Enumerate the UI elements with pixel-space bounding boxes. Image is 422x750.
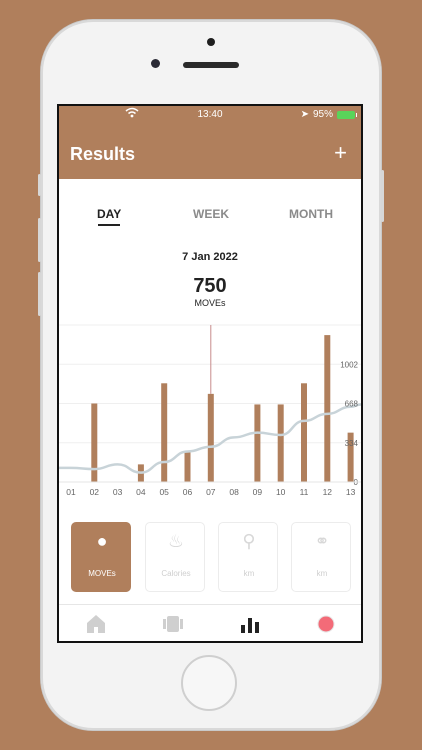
y-tick-label: 334 [345, 439, 359, 448]
power-button [381, 170, 384, 222]
bar-10 [277, 404, 284, 482]
moves-icon: ● [96, 531, 108, 551]
front-camera [151, 59, 160, 68]
x-tick-label: 13 [346, 487, 356, 497]
app-screen: 13:40 ➤ 95% Results + DAY WEEK MONTH 7 J… [57, 104, 363, 643]
moves-value: 750 [193, 275, 227, 297]
bicycle-icon: ⚭ [314, 531, 330, 551]
status-right: ➤ 95% [300, 109, 357, 120]
x-tick-label: 12 [323, 487, 333, 497]
metric-card-calories[interactable]: ♨ Calories [145, 522, 205, 592]
period-tabs: DAY WEEK MONTH [59, 207, 361, 231]
location-icon: ➤ [300, 109, 309, 120]
x-tick-label: 02 [90, 487, 100, 497]
metric-label: Calories [161, 569, 191, 578]
earpiece-speaker [183, 62, 239, 68]
volume-up-button [38, 218, 41, 262]
running-icon: ⚲ [242, 531, 256, 551]
x-tick-label: 08 [229, 487, 239, 497]
status-bar: 13:40 ➤ 95% [59, 106, 361, 124]
tab-day[interactable]: DAY [97, 207, 121, 226]
add-button[interactable]: + [334, 140, 347, 166]
chart-icon[interactable] [239, 613, 261, 635]
x-tick-label: 07 [206, 487, 216, 497]
moves-unit: MOVEs [194, 298, 226, 308]
x-tick-label: 05 [159, 487, 169, 497]
mute-switch [38, 174, 41, 196]
metric-label: MOVEs [88, 569, 116, 578]
camera-dot [207, 38, 215, 46]
y-tick-label: 1002 [340, 360, 358, 369]
activity-icon[interactable] [162, 613, 184, 635]
metric-cards: ● MOVEs ♨ Calories ⚲ km ⚭ km [59, 522, 361, 594]
tab-week[interactable]: WEEK [193, 207, 229, 221]
metric-card-running[interactable]: ⚲ km [218, 522, 278, 592]
bar-11 [301, 383, 307, 482]
battery-percent: 95% [312, 109, 333, 120]
bar-06 [184, 451, 191, 482]
app-header: 13:40 ➤ 95% Results + [59, 106, 361, 179]
bar-09 [254, 404, 261, 482]
x-tick-label: 04 [136, 487, 146, 497]
record-icon[interactable] [315, 613, 337, 635]
page-title: Results [70, 144, 136, 164]
metric-card-cycling[interactable]: ⚭ km [291, 522, 351, 592]
x-tick-label: 11 [300, 487, 309, 497]
metric-label: km [316, 569, 328, 578]
bar-12 [324, 335, 331, 482]
battery-icon [337, 110, 357, 119]
x-tick-label: 06 [183, 487, 193, 497]
bar-07 [207, 393, 214, 482]
flame-icon: ♨ [167, 531, 185, 551]
x-tick-label: 03 [113, 487, 123, 497]
selected-date: 7 Jan 2022 [182, 251, 238, 263]
x-tick-label: 01 [66, 487, 76, 497]
home-button[interactable] [181, 655, 237, 711]
volume-down-button [38, 272, 41, 316]
tab-month[interactable]: MONTH [289, 207, 333, 221]
home-icon[interactable] [85, 613, 107, 635]
bar-05 [161, 383, 168, 482]
x-tick-label: 09 [253, 487, 263, 497]
moves-chart[interactable]: 1002668334001020304050607080910111213 [59, 320, 361, 500]
metric-label: km [243, 569, 255, 578]
tab-bar [59, 604, 361, 641]
metric-card-moves[interactable]: ● MOVEs [71, 522, 131, 592]
y-tick-label: 668 [345, 400, 359, 409]
x-tick-label: 10 [276, 487, 286, 497]
